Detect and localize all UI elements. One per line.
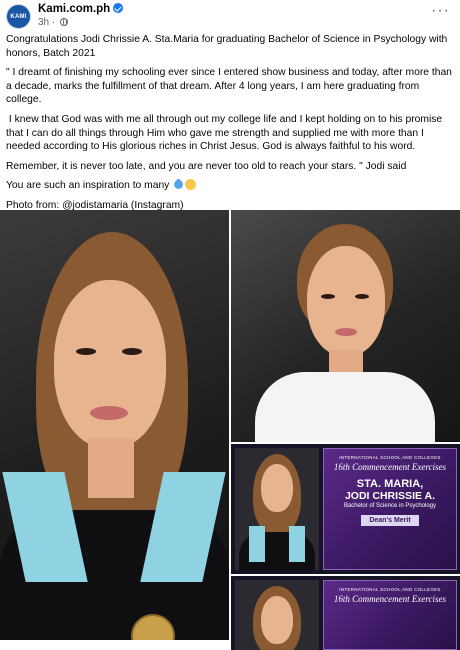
portrait-face [307,246,385,356]
portrait-eye [355,294,369,299]
degree-text: Bachelor of Science in Psychology [343,503,437,509]
portrait-eye [76,348,96,355]
commencement-panel: INTERNATIONAL SCHOOL AND COLLEGES 16th C… [323,448,457,570]
portrait-face [261,464,293,512]
meta-dot: · [51,17,56,28]
commencement-title: 16th Commencement Exercises [333,594,447,604]
portrait-lips [90,406,128,420]
post-meta: 3h · [38,17,69,28]
portrait-hood [289,526,305,562]
portrait-white-blouse [255,372,435,442]
portrait-face [54,280,166,448]
smiling-emoji [185,179,197,191]
avatar-logo-text: KAMI [10,13,27,20]
post-header: KAMI Kami.com.ph 3h · ··· [0,0,460,30]
inspiration-text: You are such an inspiration to many [6,180,170,192]
card-portrait [235,448,319,570]
portrait-eye [321,294,335,299]
commencement-title: 16th Commencement Exercises [333,462,447,472]
honor-badge: Dean's Merit [361,515,419,526]
post-paragraph: " I dreamt of finishing my schooling eve… [6,67,455,106]
graduate-name: JODI CHRISSIE A. [344,490,436,502]
graduation-portrait-photo[interactable] [0,210,229,640]
post-paragraph: Remember, it is never too late, and you … [6,160,407,172]
portrait-hood [249,526,265,562]
blue-heart-emoji [172,178,185,192]
page-name[interactable]: Kami.com.ph [38,3,110,15]
portrait-face [261,596,293,644]
page-avatar[interactable]: KAMI [6,4,31,29]
post-paragraph-inspiration: You are such an inspiration to many [6,178,456,193]
page-name-link[interactable]: Kami.com.ph [38,3,124,15]
portrait-neck [88,438,134,498]
portrait-eye [122,348,142,355]
commencement-card-photo[interactable]: INTERNATIONAL SCHOOL AND COLLEGES 16th C… [231,444,460,574]
photo-grid: INTERNATIONAL SCHOOL AND COLLEGES 16th C… [0,210,460,650]
verified-badge-icon [113,3,124,13]
globe-icon [60,18,69,26]
more-options-icon[interactable]: ··· [431,2,450,20]
post-paragraph: Congratulations Jodi Chrissie A. Sta.Mar… [6,34,451,59]
graduate-lastname: STA. MARIA, [356,478,424,490]
post-paragraph: I knew that God was with me all through … [6,113,446,153]
school-name: INTERNATIONAL SCHOOL AND COLLEGES [339,587,441,592]
formal-portrait-photo[interactable] [231,210,460,442]
commencement-card-photo-2[interactable]: INTERNATIONAL SCHOOL AND COLLEGES 16th C… [231,576,460,650]
school-name: INTERNATIONAL SCHOOL AND COLLEGES [339,455,441,460]
portrait-lips [335,328,357,336]
post-text: Congratulations Jodi Chrissie A. Sta.Mar… [6,33,456,219]
post-time[interactable]: 3h [38,17,49,28]
